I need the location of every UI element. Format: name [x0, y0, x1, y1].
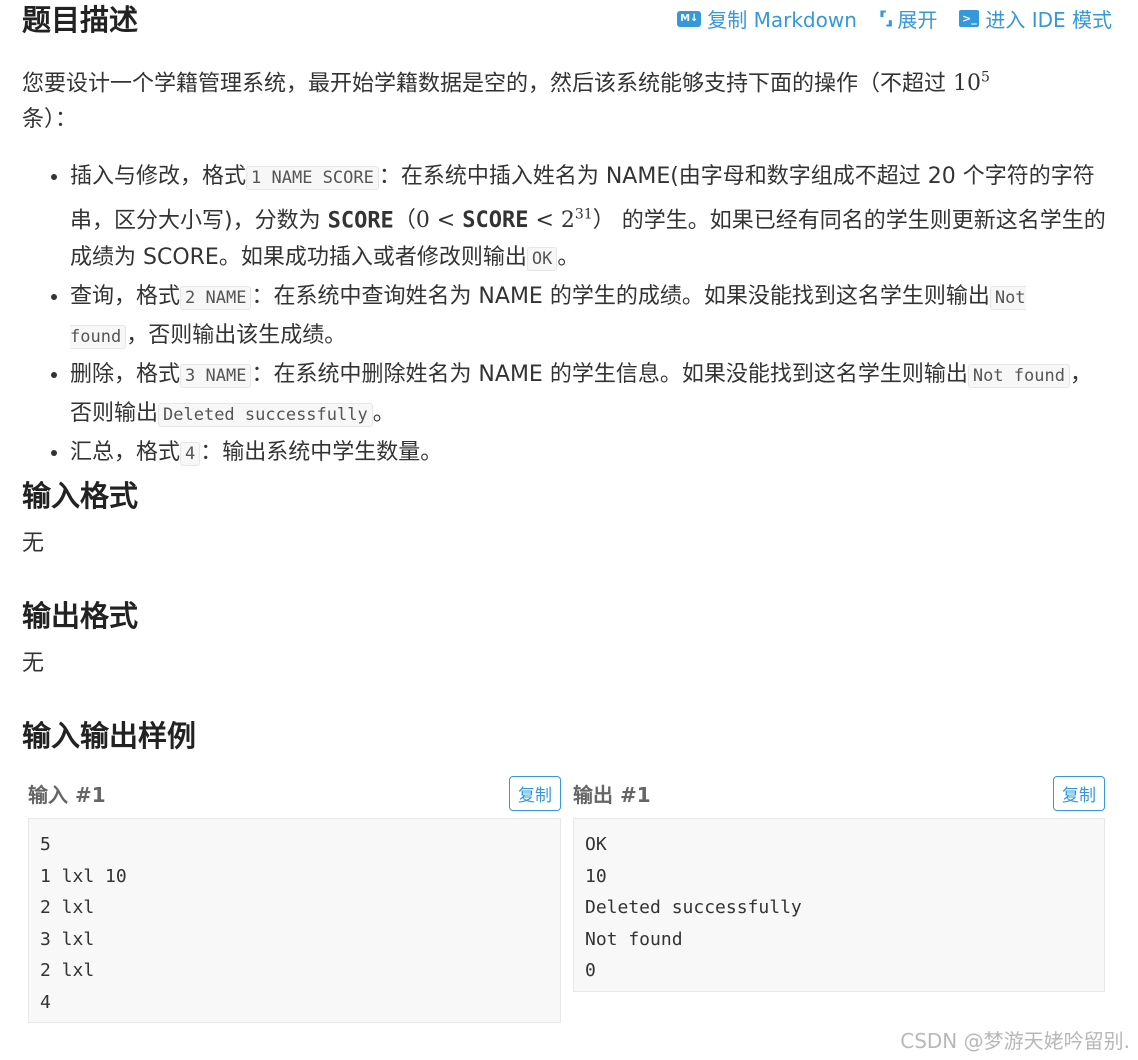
op-code: 3 NAME — [180, 364, 252, 389]
intro-paragraph: 您要设计一个学籍管理系统，最开始学籍数据是空的，然后该系统能够支持下面的操作（不… — [22, 60, 1092, 138]
sample-line: 5 — [40, 834, 51, 855]
limit-exp: 5 — [981, 70, 990, 86]
limit-math: 105 — [953, 70, 990, 97]
sample-input-label: 输入 #1 — [28, 782, 106, 807]
op-text: ，否则输出该生成绩。 — [126, 323, 347, 349]
sample-output-label: 输出 #1 — [573, 782, 651, 807]
input-format-section: 输入格式 无 — [22, 476, 138, 562]
op-text: ：输出系统中学生数量。 — [200, 440, 443, 466]
sample-input-panel: 输入 #1 复制 — [28, 775, 561, 811]
op-text: 。 — [557, 245, 580, 271]
sample-line: Deleted successfully — [585, 897, 802, 919]
op-code: 1 NAME SCORE — [246, 166, 379, 190]
op-text: 。 — [372, 401, 395, 427]
watermark: CSDN @梦游天姥吟留别. — [900, 1029, 1130, 1053]
sample-line: Not found — [585, 928, 683, 950]
sample-line: OK — [585, 834, 607, 855]
copy-output-button[interactable]: 复制 — [1053, 775, 1105, 811]
op-text: 查询，格式 — [70, 284, 181, 310]
sample-output-panel: 输出 #1 复制 — [573, 775, 1105, 811]
score-range: （0 < SCORE < 231） — [393, 207, 615, 234]
operations-list: 插入与修改，格式1 NAME SCORE：在系统中插入姓名为 NAME(由字母和… — [22, 158, 1112, 473]
sample-line: 2 lxl — [40, 897, 95, 919]
markdown-icon: M↓ — [677, 10, 702, 27]
list-item: 汇总，格式4：输出系统中学生数量。 — [70, 434, 1112, 473]
op-text: 插入与修改，格式 — [70, 164, 247, 189]
op-code: Not found — [967, 364, 1070, 389]
op-text: 汇总，格式 — [70, 440, 181, 466]
op-text: 删除，格式 — [70, 362, 181, 388]
op-code: Deleted successfully — [158, 403, 373, 428]
sample-line: 10 — [585, 865, 607, 887]
terminal-icon: >_ — [959, 10, 980, 27]
sample-input-box[interactable]: 5 1 lxl 10 2 lxl 3 lxl 2 lxl 4 — [28, 818, 561, 1023]
ide-mode-button[interactable]: >_ 进入 IDE 模式 — [959, 4, 1112, 33]
sample-line: 0 — [585, 960, 596, 982]
problem-description-title: 题目描述 — [22, 3, 139, 37]
math-lt: < 2 — [528, 208, 575, 234]
score-var: SCORE — [327, 208, 394, 234]
expand-button[interactable]: ⸢⸥ 展开 — [879, 4, 937, 33]
sample-line: 2 lxl — [40, 960, 95, 982]
sample-output-box[interactable]: OK 10 Deleted successfully Not found 0 — [573, 818, 1105, 992]
intro-text-end: 条）： — [22, 107, 78, 133]
output-format-title: 输出格式 — [22, 599, 139, 633]
math-close: ） — [592, 208, 615, 234]
samples-section: 输入输出样例 — [22, 716, 196, 756]
score-var: SCORE — [462, 208, 529, 234]
output-format-body: 无 — [22, 651, 45, 676]
copy-input-button[interactable]: 复制 — [509, 775, 561, 811]
list-item: 插入与修改，格式1 NAME SCORE：在系统中插入姓名为 NAME(由字母和… — [70, 158, 1112, 278]
expand-icon: ⸢⸥ — [878, 8, 894, 29]
sample-line: 1 lxl 10 — [40, 865, 127, 887]
copy-markdown-label: 复制 Markdown — [707, 8, 857, 32]
sample-line: 3 lxl — [40, 928, 95, 950]
copy-markdown-button[interactable]: M↓ 复制 Markdown — [677, 4, 857, 33]
math-open: （0 < — [393, 208, 463, 234]
list-item: 查询，格式2 NAME：在系统中查询姓名为 NAME 的学生的成绩。如果没能找到… — [70, 278, 1112, 356]
output-format-section: 输出格式 无 — [22, 596, 138, 682]
problem-intro: 您要设计一个学籍管理系统，最开始学籍数据是空的，然后该系统能够支持下面的操作（不… — [22, 60, 1092, 138]
problem-toolbar: M↓ 复制 Markdown ⸢⸥ 展开 >_ 进入 IDE 模式 — [677, 4, 1112, 33]
limit-base: 10 — [953, 71, 981, 97]
intro-text: 您要设计一个学籍管理系统，最开始学籍数据是空的，然后该系统能够支持下面的操作（不… — [22, 71, 953, 97]
op-text: ：在系统中删除姓名为 NAME 的学生信息。如果没能找到这名学生则输出 — [251, 362, 968, 388]
math-exp: 31 — [574, 207, 593, 223]
op-text: ：在系统中查询姓名为 NAME 的学生的成绩。如果没能找到这名学生则输出 — [251, 284, 990, 310]
input-format-body: 无 — [22, 531, 45, 556]
list-item: 删除，格式3 NAME：在系统中删除姓名为 NAME 的学生信息。如果没能找到这… — [70, 356, 1112, 434]
ide-mode-label: 进入 IDE 模式 — [985, 8, 1112, 32]
op-code: OK — [526, 247, 558, 272]
expand-label: 展开 — [897, 8, 938, 32]
samples-title: 输入输出样例 — [22, 719, 197, 753]
op-code: 2 NAME — [180, 286, 252, 311]
op-code: 4 — [180, 442, 201, 467]
sample-line: 4 — [40, 991, 51, 1013]
input-format-title: 输入格式 — [22, 479, 139, 513]
